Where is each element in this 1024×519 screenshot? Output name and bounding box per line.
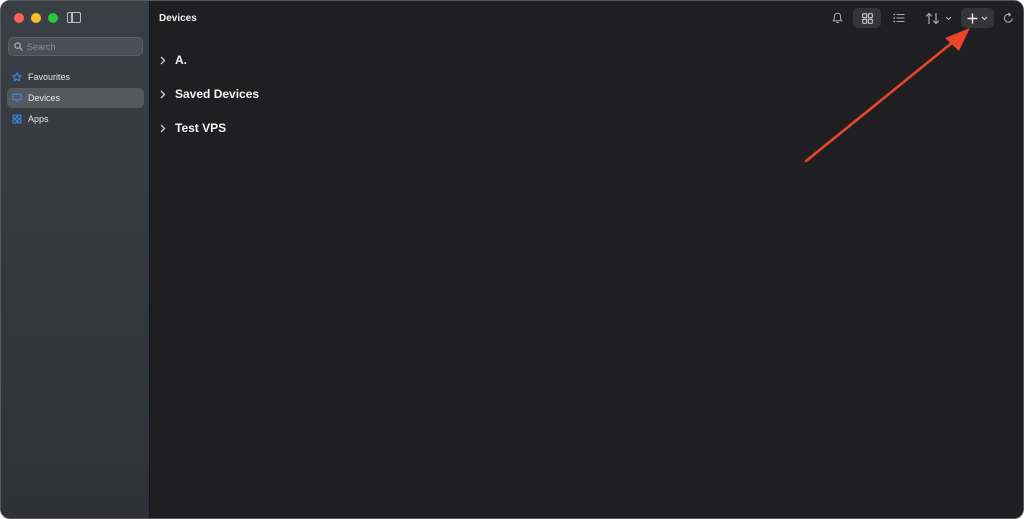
zoom-window-button[interactable] (48, 13, 58, 23)
sidebar-item-devices[interactable]: Devices (7, 88, 144, 108)
chevron-right-icon (160, 124, 170, 133)
refresh-icon (1003, 12, 1013, 23)
refresh-button[interactable] (1000, 10, 1016, 26)
sidebar-item-apps[interactable]: Apps (7, 109, 144, 129)
apps-grid-icon (12, 114, 22, 124)
sidebar: Favourites Devices Apps (1, 1, 150, 518)
sidebar-item-label: Devices (28, 93, 61, 103)
search-input[interactable] (27, 41, 127, 52)
chevron-down-icon (981, 16, 988, 20)
sort-icon (925, 12, 939, 24)
minimize-window-button[interactable] (31, 13, 41, 23)
star-icon (12, 72, 22, 82)
bell-icon (831, 12, 843, 24)
sidebar-item-favourites[interactable]: Favourites (7, 67, 144, 87)
chevron-down-icon (945, 16, 951, 20)
device-groups-list: A. Saved Devices Test VPS (160, 43, 259, 145)
search-field[interactable] (8, 37, 143, 56)
main-content: Devices A. Saved Devices Test VPS (150, 1, 1023, 518)
close-window-button[interactable] (14, 13, 24, 23)
list-view-button[interactable] (890, 8, 908, 28)
notifications-button[interactable] (830, 10, 844, 26)
sidebar-toggle-icon[interactable] (67, 12, 81, 23)
sidebar-nav: Favourites Devices Apps (7, 67, 144, 130)
window-controls (14, 13, 58, 23)
app-window: Favourites Devices Apps Devices (0, 0, 1024, 519)
page-title: Devices (159, 13, 197, 24)
group-label: Test VPS (175, 121, 227, 135)
sidebar-item-label: Apps (28, 114, 49, 124)
chevron-right-icon (160, 56, 170, 65)
group-row-test-vps[interactable]: Test VPS (160, 111, 259, 145)
group-row-saved-devices[interactable]: Saved Devices (160, 77, 259, 111)
group-label: Saved Devices (175, 87, 260, 101)
search-icon (14, 42, 23, 51)
grid-view-button[interactable] (853, 8, 881, 28)
group-label: A. (175, 53, 187, 67)
group-row-a[interactable]: A. (160, 43, 259, 77)
sort-menu-button[interactable] (922, 8, 954, 28)
grid-view-icon (861, 12, 873, 24)
chevron-right-icon (160, 90, 170, 99)
monitor-icon (12, 93, 22, 103)
list-view-icon (893, 13, 905, 23)
plus-icon (967, 13, 978, 23)
sidebar-item-label: Favourites (28, 72, 71, 82)
add-menu-button[interactable] (961, 8, 994, 28)
